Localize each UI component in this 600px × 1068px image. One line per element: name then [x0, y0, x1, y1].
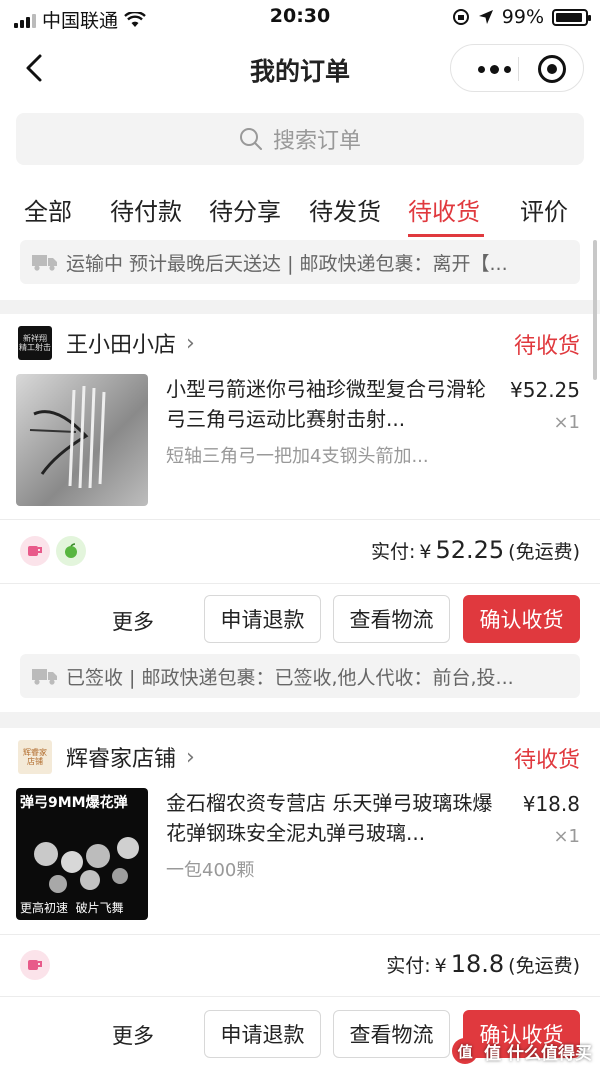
more-button[interactable]: 更多 — [112, 606, 154, 636]
badge-row — [20, 536, 86, 566]
status-bar: 中国联通 20:30 99% — [0, 0, 600, 34]
tab-review[interactable]: 评价 — [520, 192, 568, 227]
search-placeholder: 搜索订单 — [272, 129, 361, 154]
miniprogram-capsule — [450, 44, 584, 92]
paid-label: 实付: — [386, 955, 431, 977]
divider — [0, 996, 600, 997]
shop-logo-text: 辉睿家 店铺 — [23, 748, 47, 766]
shop-logo-text: 新祥翔 精工射击 — [19, 334, 51, 352]
product-title[interactable]: 小型弓箭迷你弓袖珍微型复合弓滑轮弓三角弓运动比赛射击射... — [166, 374, 496, 434]
scrollbar[interactable] — [593, 240, 597, 380]
thumb-caption-bottom: 更高初速 破片飞舞 — [20, 901, 124, 915]
shop-logo: 辉睿家 店铺 — [18, 740, 52, 774]
orientation-lock-icon — [452, 9, 469, 25]
product-image[interactable]: 弹弓9MM爆花弹 更高初速 破片飞舞 — [16, 788, 148, 920]
order-status: 待收货 — [513, 748, 580, 773]
product-spec: 一包400颗 — [166, 860, 255, 881]
tracking-notice[interactable]: 运输中 预计最晚后天送达 | 邮政快递包裹：离开【... — [20, 240, 580, 284]
order-card: 新祥翔 精工射击 王小田小店 › 待收货 小型弓箭迷你弓袖珍微型复合弓滑轮弓三角… — [0, 314, 600, 712]
cup-icon — [20, 536, 50, 566]
order-status-tabs: 全部 待付款 待分享 待发货 待收货 评价 — [0, 176, 600, 238]
tab-pending-shipment[interactable]: 待发货 — [309, 192, 381, 227]
divider — [0, 583, 600, 584]
chevron-right-icon: › — [186, 744, 195, 770]
divider — [0, 519, 600, 520]
tab-pending-receipt[interactable]: 待收货 — [408, 192, 480, 227]
close-miniprogram-icon[interactable] — [538, 55, 566, 83]
active-tab-indicator — [408, 234, 484, 237]
search-section: 搜索订单 — [0, 102, 600, 176]
watermark-text: 值 什么值得买 — [484, 1043, 592, 1064]
tab-all[interactable]: 全部 — [24, 192, 72, 227]
view-logistics-button[interactable]: 查看物流 — [333, 1010, 450, 1058]
apple-icon — [56, 536, 86, 566]
tracking-notice[interactable]: 已签收 | 邮政快递包裹：已签收,他人代收：前台,投... — [20, 654, 580, 698]
battery-icon — [552, 8, 591, 26]
cup-icon — [20, 950, 50, 980]
product-spec: 短轴三角弓一把加4支钢头箭加... — [166, 446, 429, 467]
more-button[interactable]: 更多 — [112, 1020, 154, 1050]
watermark-logo-icon: 值 — [452, 1038, 479, 1064]
product-image[interactable] — [16, 374, 148, 506]
view-logistics-button[interactable]: 查看物流 — [333, 595, 450, 643]
order-1-notice-area: 运输中 预计最晚后天送达 | 邮政快递包裹：离开【... — [0, 238, 600, 300]
search-icon — [239, 128, 262, 150]
paid-currency: ¥ — [434, 955, 447, 977]
shipping-note: (免运费) — [508, 955, 580, 977]
truck-icon — [32, 255, 57, 271]
shipping-note: (免运费) — [508, 541, 580, 563]
paid-currency: ¥ — [419, 541, 432, 563]
paid-total: 实付: ¥ 18.8 (免运费) — [386, 950, 580, 978]
tracking-text: 运输中 预计最晚后天送达 | 邮政快递包裹：离开【... — [66, 252, 508, 275]
battery-percent: 99% — [501, 6, 544, 28]
tab-pending-share[interactable]: 待分享 — [209, 192, 281, 227]
tab-pending-payment[interactable]: 待付款 — [110, 192, 182, 227]
tracking-text: 已签收 | 邮政快递包裹：已签收,他人代收：前台,投... — [66, 666, 514, 689]
nav-bar: 我的订单 — [0, 34, 600, 102]
shop-name: 王小田小店 — [66, 333, 177, 358]
product-price: ¥18.8 — [522, 792, 580, 816]
truck-icon — [32, 669, 57, 685]
capsule-divider — [518, 57, 519, 81]
order-card: 辉睿家 店铺 辉睿家店铺 › 待收货 弹弓9MM爆花弹 更高初速 破片飞舞 金石… — [0, 728, 600, 1068]
paid-amount: 52.25 — [435, 536, 505, 564]
chevron-right-icon: › — [186, 330, 195, 356]
shop-link[interactable]: 新祥翔 精工射击 王小田小店 › — [18, 326, 195, 360]
shop-logo: 新祥翔 精工射击 — [18, 326, 52, 360]
watermark: 值 值 什么值得买 — [452, 1038, 592, 1064]
product-price: ¥52.25 — [510, 378, 580, 402]
paid-total: 实付: ¥ 52.25 (免运费) — [371, 536, 580, 564]
search-input[interactable]: 搜索订单 — [16, 113, 584, 165]
request-refund-button[interactable]: 申请退款 — [204, 595, 321, 643]
confirm-receipt-button[interactable]: 确认收货 — [463, 595, 580, 643]
product-quantity: ×1 — [553, 412, 580, 433]
order-status: 待收货 — [513, 334, 580, 359]
shop-link[interactable]: 辉睿家 店铺 辉睿家店铺 › — [18, 740, 195, 774]
paid-label: 实付: — [370, 541, 416, 563]
paid-amount: 18.8 — [450, 950, 505, 978]
shop-name: 辉睿家店铺 — [66, 747, 177, 772]
bow-arrows-image — [29, 385, 106, 489]
request-refund-button[interactable]: 申请退款 — [204, 1010, 321, 1058]
badge-row — [20, 950, 50, 980]
product-title[interactable]: 金石榴农资专营店 乐天弹弓玻璃珠爆花弹钢珠安全泥丸弹弓玻璃... — [166, 788, 496, 848]
product-quantity: ×1 — [553, 826, 580, 847]
location-icon — [478, 10, 493, 24]
more-menu-icon[interactable] — [469, 58, 519, 80]
divider — [0, 934, 600, 935]
